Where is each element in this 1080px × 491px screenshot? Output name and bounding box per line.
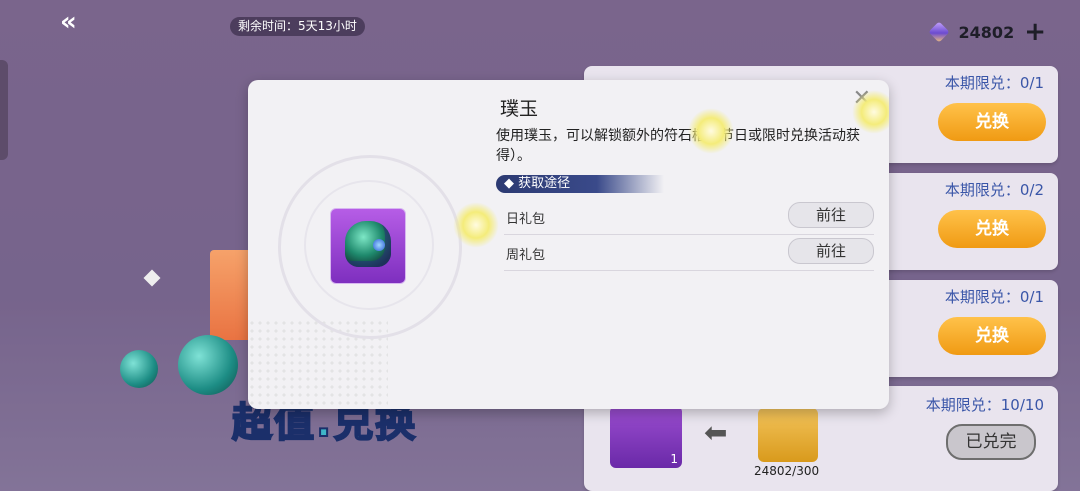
card-limit-label: 本期限兑：0/1 bbox=[944, 74, 1044, 92]
source-label: 日礼包 bbox=[506, 212, 546, 227]
currency-amount: 24802 bbox=[958, 22, 1015, 42]
source-section-header: ◆ 获取途径 bbox=[496, 175, 664, 193]
sparkle-effect bbox=[688, 108, 734, 154]
source-row: 周礼包 前往 bbox=[504, 236, 874, 271]
sold-out-button: 已兑完 bbox=[946, 424, 1036, 460]
source-section-label: 获取途径 bbox=[518, 176, 571, 191]
remaining-time-badge: 剩余时间：5天13小时 bbox=[230, 17, 365, 36]
item-detail-modal: 璞玉 ✕ 使用璞玉，可以解锁额外的符石槽（节日或限时兑换活动获得）。 ◆ 获取途… bbox=[248, 80, 889, 409]
jade-helmet-icon bbox=[345, 221, 391, 267]
go-button[interactable]: 前往 bbox=[788, 238, 874, 264]
currency-display: 24802 + bbox=[927, 19, 1046, 45]
source-label: 周礼包 bbox=[506, 248, 546, 263]
crystal-cost-item[interactable] bbox=[758, 408, 818, 462]
exchange-button[interactable]: 兑换 bbox=[938, 103, 1046, 141]
item-description: 使用璞玉，可以解锁额外的符石槽（节日或限时兑换活动获得）。 bbox=[496, 128, 860, 164]
green-orb-icon bbox=[120, 350, 158, 388]
exchange-button[interactable]: 兑换 bbox=[938, 317, 1046, 355]
card-limit-label: 本期限兑：0/1 bbox=[944, 288, 1044, 306]
item-count: 1 bbox=[670, 452, 678, 466]
card-limit-label: 本期限兑：10/10 bbox=[925, 396, 1044, 414]
sparkle-effect bbox=[453, 202, 499, 248]
left-edge-tab[interactable] bbox=[0, 60, 8, 160]
source-row: 日礼包 前往 bbox=[504, 200, 874, 235]
sparkle-effect bbox=[852, 90, 889, 134]
back-arrow-icon[interactable]: « bbox=[60, 8, 96, 36]
cost-label: 24802/300 bbox=[754, 464, 820, 478]
crystal-currency-icon bbox=[927, 21, 950, 43]
add-currency-button[interactable]: + bbox=[1024, 19, 1046, 45]
jade-item-icon bbox=[330, 208, 406, 284]
green-orb-icon bbox=[178, 335, 238, 395]
go-button[interactable]: 前往 bbox=[788, 202, 874, 228]
jade-item-slot[interactable]: 1 bbox=[610, 406, 682, 468]
modal-title: 璞玉 bbox=[500, 98, 539, 120]
card-limit-label: 本期限兑：0/2 bbox=[944, 181, 1044, 199]
exchange-arrow-icon: ⬅ bbox=[704, 416, 728, 449]
exchange-button[interactable]: 兑换 bbox=[938, 210, 1046, 248]
